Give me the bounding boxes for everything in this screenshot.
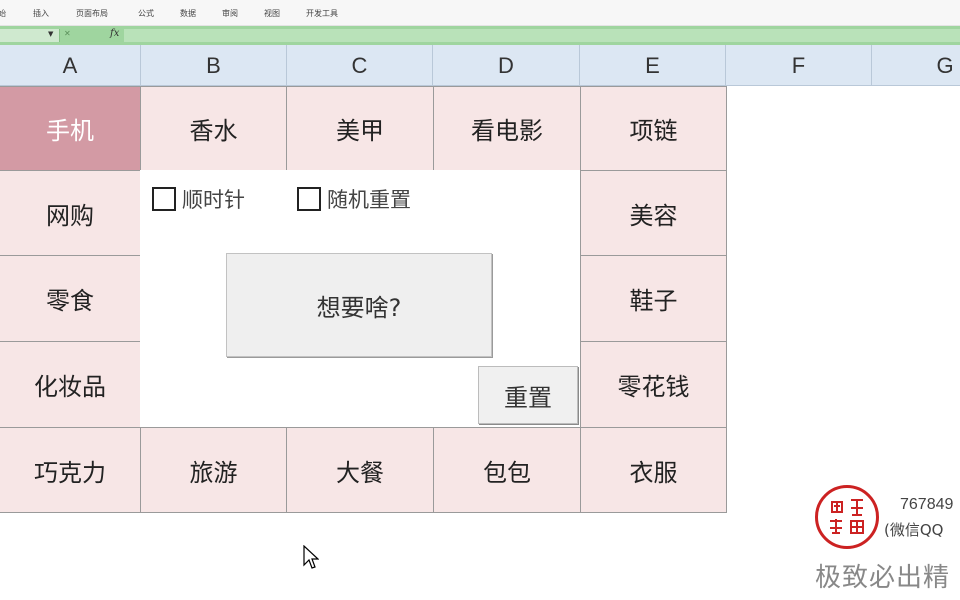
watermark-contact: (微信QQ	[884, 521, 944, 539]
checkbox-box[interactable]	[297, 187, 321, 211]
formula-input[interactable]	[124, 29, 960, 42]
cell-e3[interactable]: 鞋子	[580, 255, 727, 342]
cell-c5[interactable]: 大餐	[286, 427, 434, 513]
tab-formulas[interactable]: 公式	[138, 8, 154, 19]
chevron-down-icon[interactable]: ▼	[48, 30, 53, 38]
cell-e5[interactable]: 衣服	[580, 427, 727, 513]
cell-a2[interactable]: 网购	[0, 170, 141, 256]
column-headers: A B C D E F G	[0, 45, 960, 86]
cell-e4[interactable]: 零花钱	[580, 341, 727, 428]
random-reset-checkbox[interactable]: 随机重置	[297, 184, 411, 214]
formula-bar: ▼ ✕ fx	[0, 26, 960, 45]
mouse-cursor-icon	[303, 545, 319, 569]
checkbox-box[interactable]	[152, 187, 176, 211]
clockwise-label: 顺时针	[182, 188, 245, 212]
what-do-you-want-button[interactable]: 想要啥?	[226, 253, 492, 357]
column-header-a[interactable]: A	[0, 45, 141, 86]
cell-c1[interactable]: 美甲	[286, 86, 434, 171]
cell-d1[interactable]: 看电影	[433, 86, 581, 171]
watermark-slogan: 极致必出精	[815, 563, 951, 593]
tab-developer[interactable]: 开发工具	[306, 8, 338, 19]
tab-insert[interactable]: 插入	[33, 8, 49, 19]
cell-a3[interactable]: 零食	[0, 255, 141, 342]
column-header-b[interactable]: B	[141, 45, 287, 86]
cell-a4[interactable]: 化妆品	[0, 341, 141, 428]
cell-b1[interactable]: 香水	[140, 86, 287, 171]
column-header-e[interactable]: E	[580, 45, 726, 86]
cell-d5[interactable]: 包包	[433, 427, 581, 513]
cell-a1[interactable]: 手机	[0, 86, 141, 171]
cell-e2[interactable]: 美容	[580, 170, 727, 256]
tab-data[interactable]: 数据	[180, 8, 196, 19]
column-header-f[interactable]: F	[726, 45, 872, 86]
seal-stamp	[815, 485, 879, 549]
watermark-number: 767849	[900, 496, 954, 513]
function-icon[interactable]: fx	[110, 28, 119, 39]
tab-home[interactable]: 始	[0, 8, 6, 19]
control-panel: 顺时针 随机重置 想要啥? 重置	[140, 170, 580, 427]
seal-icon	[830, 499, 864, 534]
tab-view[interactable]: 视图	[264, 8, 280, 19]
column-header-g[interactable]: G	[872, 45, 960, 86]
column-header-d[interactable]: D	[433, 45, 580, 86]
tab-page-layout[interactable]: 页面布局	[76, 8, 108, 19]
clockwise-checkbox[interactable]: 顺时针	[152, 184, 245, 214]
cell-e1[interactable]: 项链	[580, 86, 727, 171]
cell-a5[interactable]: 巧克力	[0, 427, 141, 513]
column-header-c[interactable]: C	[287, 45, 433, 86]
tab-review[interactable]: 审阅	[222, 8, 238, 19]
cancel-icon[interactable]: ✕	[64, 29, 74, 40]
cell-b5[interactable]: 旅游	[140, 427, 287, 513]
reset-button[interactable]: 重置	[478, 366, 578, 424]
random-reset-label: 随机重置	[327, 188, 411, 212]
ribbon-tabs: 始 插入 页面布局 公式 数据 审阅 视图 开发工具	[0, 0, 960, 26]
